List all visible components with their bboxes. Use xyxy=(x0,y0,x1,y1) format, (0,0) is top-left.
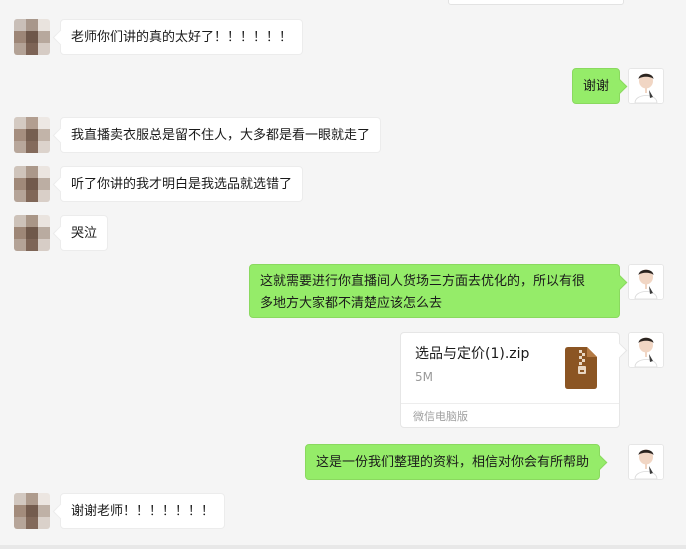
chat-history[interactable]: 老师你们讲的真的太好了！！！！！！ 谢谢 我直播卖衣服总是留不住人，大多都是看一… xyxy=(0,0,686,549)
message-text-line-1: 这就需要进行你直播间人货场三方面去优化的，所以有很 xyxy=(260,274,586,289)
message-bubble[interactable]: 听了你讲的我才明白是我选品就选错了 xyxy=(60,166,304,202)
file-name: 选品与定价(1).zip xyxy=(415,346,530,362)
message-text: 我直播卖衣服总是留不住人，大多都是看一眼就走了 xyxy=(71,128,371,143)
previous-message-edge xyxy=(448,0,624,5)
file-card-divider xyxy=(401,403,619,404)
contact-avatar[interactable] xyxy=(14,493,50,529)
message-text: 谢谢 xyxy=(583,79,610,94)
message-bubble[interactable]: 我直播卖衣服总是留不住人，大多都是看一眼就走了 xyxy=(60,117,382,153)
bottom-divider xyxy=(0,545,686,549)
my-avatar[interactable] xyxy=(628,68,664,104)
contact-avatar[interactable] xyxy=(14,19,50,55)
message-text: 谢谢老师！！！！！！！ xyxy=(71,504,215,519)
message-bubble[interactable]: 这就需要进行你直播间人货场三方面去优化的，所以有很 多地方大家都不清楚应该怎么去 xyxy=(249,264,620,318)
message-text: 这是一份我们整理的资料，相信对你会有所帮助 xyxy=(316,455,590,470)
message-bubble[interactable]: 老师你们讲的真的太好了！！！！！！ xyxy=(60,19,304,55)
message-bubble[interactable]: 谢谢 xyxy=(572,68,621,104)
my-avatar[interactable] xyxy=(628,332,664,368)
my-avatar[interactable] xyxy=(628,264,664,300)
message-bubble[interactable]: 这是一份我们整理的资料，相信对你会有所帮助 xyxy=(305,444,601,480)
file-source-label: 微信电脑版 xyxy=(413,410,468,423)
zip-archive-icon xyxy=(565,347,597,389)
file-size: 5M xyxy=(415,370,433,384)
message-text: 哭泣 xyxy=(71,226,98,241)
contact-avatar[interactable] xyxy=(14,215,50,251)
message-bubble[interactable]: 谢谢老师！！！！！！！ xyxy=(60,493,226,529)
message-text-line-2: 多地方大家都不清楚应该怎么去 xyxy=(260,296,443,311)
message-bubble[interactable]: 哭泣 xyxy=(60,215,109,251)
message-text: 听了你讲的我才明白是我选品就选错了 xyxy=(71,177,293,192)
contact-avatar[interactable] xyxy=(14,166,50,202)
message-text: 老师你们讲的真的太好了！！！！！！ xyxy=(71,30,293,45)
my-avatar[interactable] xyxy=(628,444,664,480)
file-attachment-card[interactable]: 选品与定价(1).zip 5M 微信电脑版 xyxy=(400,332,620,428)
contact-avatar[interactable] xyxy=(14,117,50,153)
